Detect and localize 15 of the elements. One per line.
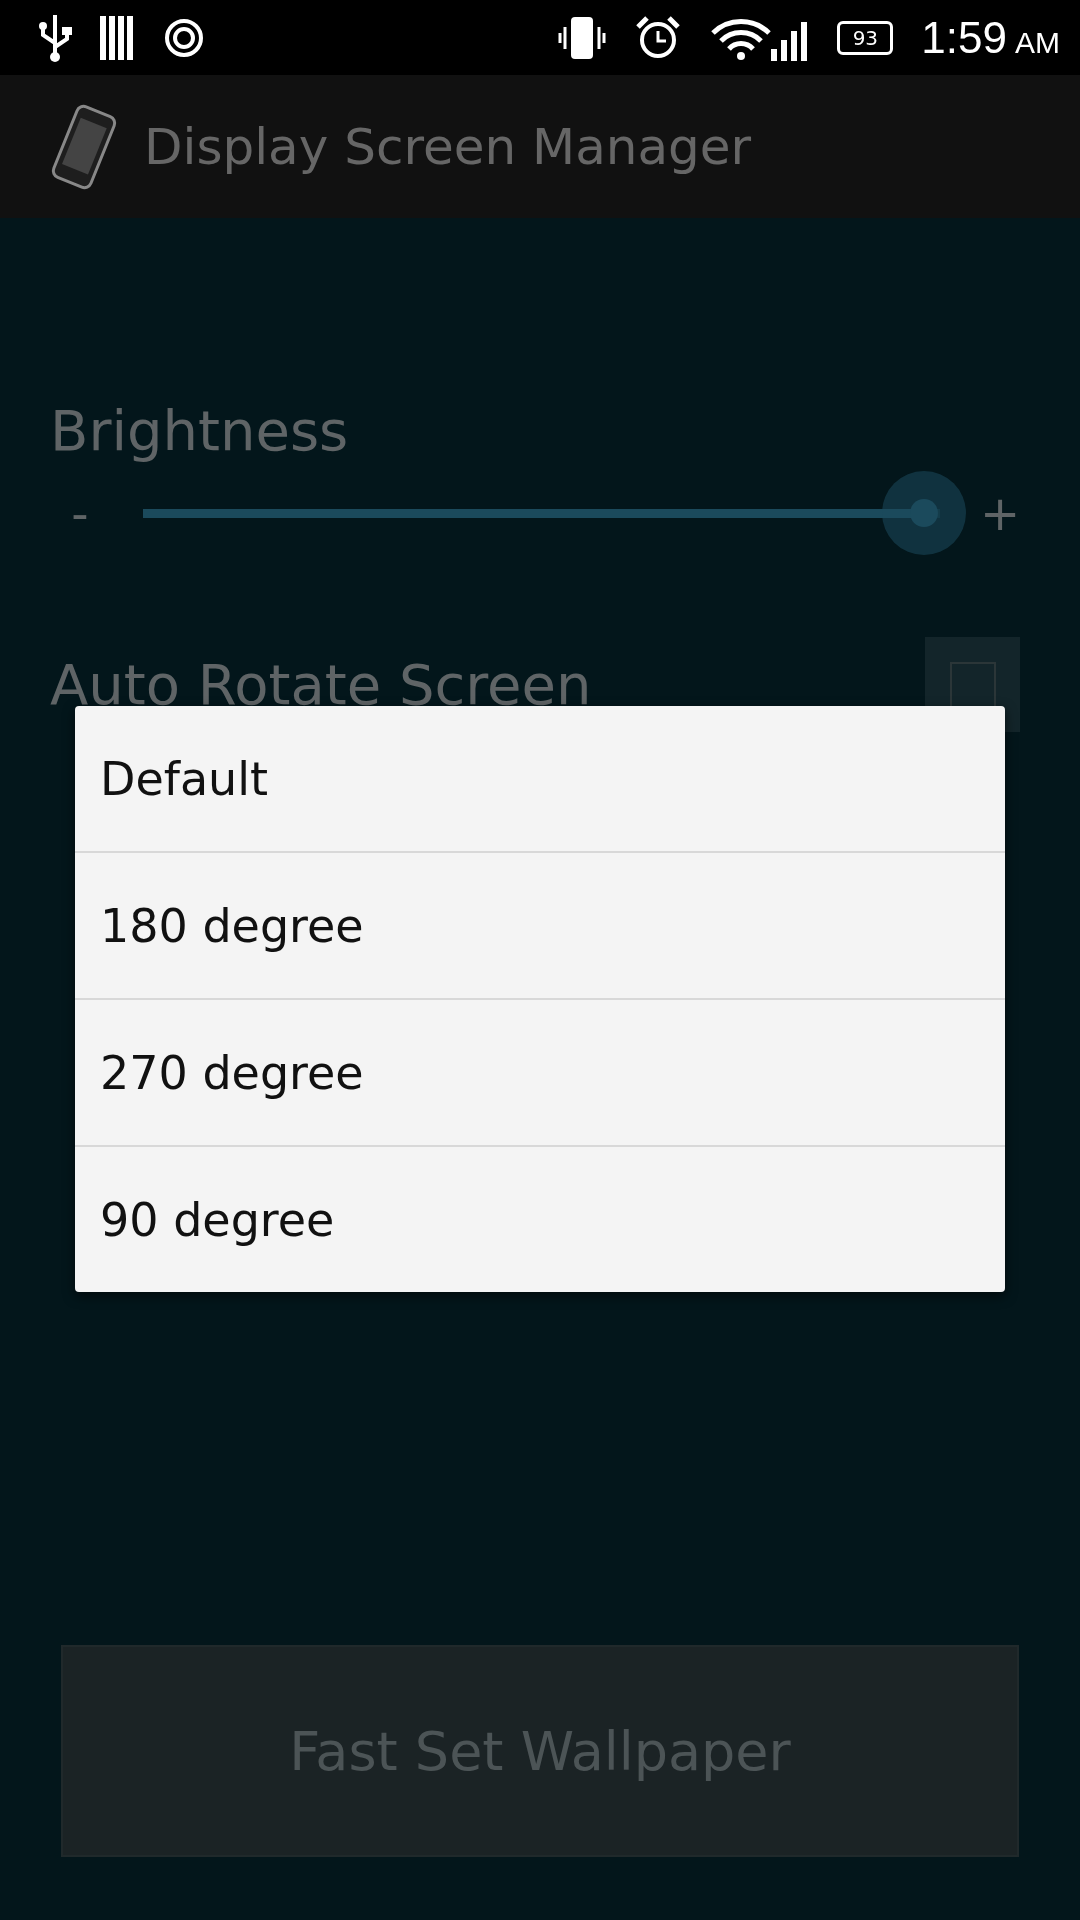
usb-icon xyxy=(38,12,72,63)
minus-label: - xyxy=(70,485,90,541)
vibrate-icon xyxy=(557,14,608,61)
alarm-icon xyxy=(635,14,682,61)
rotation-option[interactable]: 270 degree xyxy=(75,998,1005,1145)
circle-icon xyxy=(164,17,204,58)
battery-icon: 93 xyxy=(837,20,894,55)
brightness-label: Brightness xyxy=(50,398,350,463)
clock-time: 1:59 xyxy=(921,12,1007,63)
barcode-icon xyxy=(100,15,136,60)
clock-ampm: AM xyxy=(1015,25,1060,60)
app-title: Display Screen Manager xyxy=(144,117,752,176)
plus-label: + xyxy=(978,485,1022,541)
rotation-option[interactable]: 180 degree xyxy=(75,851,1005,998)
rotation-option[interactable]: 90 degree xyxy=(75,1145,1005,1292)
